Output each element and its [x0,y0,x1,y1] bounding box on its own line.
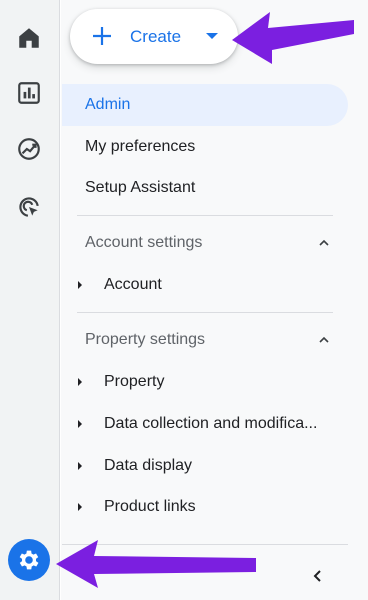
chevron-up-icon [319,239,329,246]
nav-item-setup-assistant-label: Setup Assistant [85,179,196,196]
create-button[interactable]: Create [70,9,238,64]
expand-triangle-icon [78,378,82,386]
advertising-icon [19,197,39,217]
nav-item-setup-assistant[interactable]: Setup Assistant [62,167,348,209]
divider [77,215,333,216]
nav-item-data-display[interactable]: Data display [62,446,352,486]
nav-item-product-links[interactable]: Product links [62,487,352,527]
nav-item-data-display-label: Data display [104,457,193,474]
admin-settings-button[interactable] [8,539,50,581]
create-button-label: Create [130,27,182,46]
account-settings-heading: Account settings [85,234,203,251]
explore-icon [18,138,40,160]
nav-item-property-label: Property [104,373,165,390]
property-settings-header[interactable]: Property settings [62,320,348,360]
collapse-panel-button[interactable] [302,560,334,592]
divider [77,312,333,313]
reports-icon [18,82,40,104]
nav-item-property[interactable]: Property [62,362,352,402]
nav-item-product-links-label: Product links [104,498,196,515]
explore-button[interactable] [8,128,50,170]
advertising-button[interactable] [8,186,50,228]
annotation-arrow-icon [232,12,354,64]
nav-item-account-label: Account [104,276,162,293]
nav-item-data-collection-label: Data collection and modifica... [104,415,318,432]
home-button[interactable] [8,17,50,59]
expand-triangle-icon [78,281,82,289]
reports-button[interactable] [8,72,50,114]
nav-item-data-collection[interactable]: Data collection and modifica... [62,404,352,444]
nav-item-account[interactable]: Account [62,265,352,305]
left-nav-rail [0,0,60,600]
expand-triangle-icon [78,420,82,428]
account-settings-header[interactable]: Account settings [62,223,348,263]
home-icon [19,28,39,48]
nav-item-admin[interactable]: Admin [62,84,348,126]
chevron-left-icon [313,570,321,582]
nav-item-my-preferences-label: My preferences [85,138,196,155]
expand-triangle-icon [78,503,82,511]
caret-down-icon[interactable] [206,33,218,39]
nav-item-my-preferences[interactable]: My preferences [62,126,348,168]
gear-icon [19,550,39,570]
expand-triangle-icon [78,462,82,470]
chevron-up-icon [319,336,329,343]
nav-item-admin-label: Admin [85,96,131,113]
property-settings-heading: Property settings [85,331,206,348]
annotation-arrow-icon [56,540,256,588]
plus-icon [93,27,111,45]
